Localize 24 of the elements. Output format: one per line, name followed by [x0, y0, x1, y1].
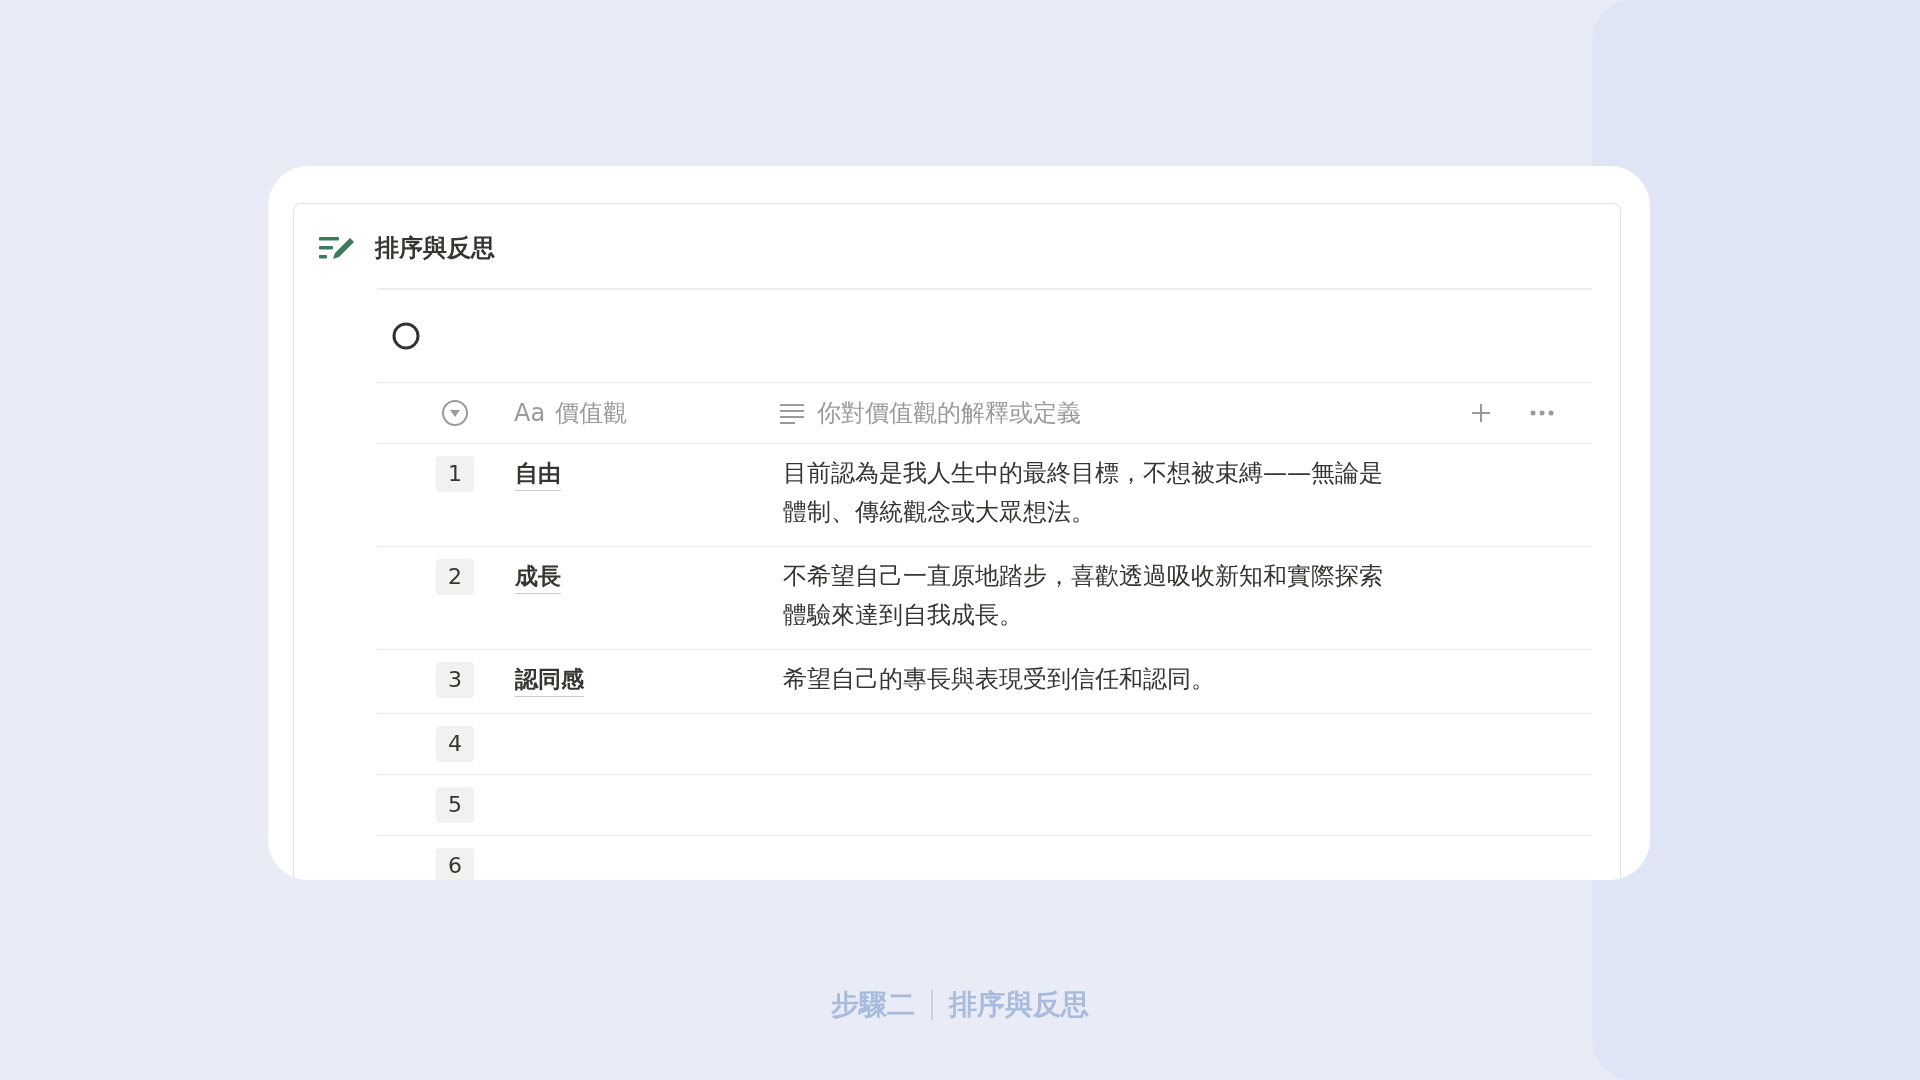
row-number: 2: [436, 559, 474, 595]
edit-list-icon: [319, 234, 357, 262]
step-title: 排序與反思: [949, 987, 1089, 1023]
add-icon[interactable]: [1470, 402, 1492, 424]
table-cell: 自由: [515, 456, 561, 491]
circle-icon: [391, 321, 421, 351]
step-label: 步驟二: [831, 987, 915, 1023]
table-cell-text: 不希望自己一直原地踏步，喜歡透過吸收新知和實際探索體驗來達到自我成長。: [783, 561, 1384, 631]
column-header[interactable]: 你對價值觀的解釋或定義: [816, 397, 1081, 429]
more-icon[interactable]: [1530, 410, 1554, 416]
text-type-icon: Aa: [514, 399, 546, 427]
lines-icon: [778, 402, 805, 424]
column-header[interactable]: 價值觀: [555, 397, 628, 429]
table-cell: 成長: [515, 559, 561, 594]
table-cell: 認同感: [515, 662, 584, 697]
row-number: 6: [436, 848, 474, 880]
row-number: 1: [436, 456, 474, 492]
block-title: 排序與反思: [375, 233, 495, 264]
row-number: 3: [436, 662, 474, 698]
table-cell-text: 目前認為是我人生中的最終目標，不想被束縛——無論是體制、傳統觀念或大眾想法。: [783, 458, 1384, 528]
table-cell-text: 希望自己的專長與表現受到信任和認同。: [783, 664, 1216, 695]
row-number: 4: [436, 726, 474, 762]
dropdown-icon[interactable]: [440, 399, 469, 427]
row-number: 5: [436, 787, 474, 823]
